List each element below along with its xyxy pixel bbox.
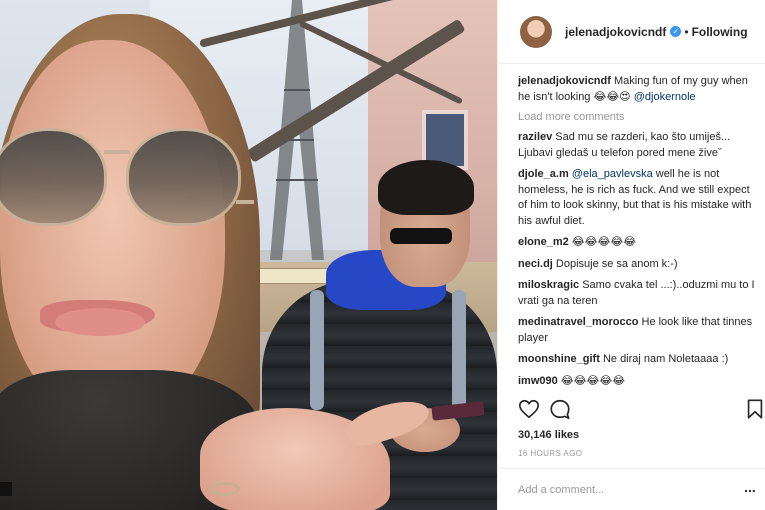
comment-username[interactable]: imw090 [518,375,558,387]
sunglasses-temple [236,200,254,204]
man-sunglasses [390,228,452,244]
post-side-panel: jelenadjokovicndf ✓ • Following jelenadj… [497,0,765,510]
following-button[interactable]: Following [692,25,748,39]
comment-username[interactable]: miloskragic [518,279,579,291]
comments-list[interactable]: jelenadjokovicndf Making fun of my guy w… [518,74,760,390]
comment-text: Dopisuje se sa anom k:-) [552,257,678,270]
sunglasses-bridge [104,150,130,154]
header-username[interactable]: jelenadjokovicndf [565,25,666,39]
comment: neci.dj Dopisuje se sa anom k:-) [518,257,760,273]
woman-face [0,40,225,420]
comment-text: 😂😂😂😂😂 [568,236,637,248]
separator-dot: • [684,24,689,39]
backpack-strap [310,290,324,410]
heart-icon[interactable] [518,398,540,420]
verified-badge-icon: ✓ [670,26,682,37]
backpack-strap [452,290,466,410]
comment-icon[interactable] [549,398,571,420]
comment: medinatravel_morocco He look like that t… [518,315,760,346]
comment: djole_a.m @ela_pavlevska well he is not … [518,167,760,229]
likes-count[interactable]: 30,146 likes [518,429,579,441]
photo-corner-mark [0,482,12,496]
avatar[interactable] [520,15,552,48]
comment-mention[interactable]: @ela_pavlevska [569,168,653,180]
comment-username[interactable]: elone_m2 [518,236,569,248]
comment: moonshine_gift Ne diraj nam Noletaaaa :) [518,352,760,368]
comment: razilev Sad mu se razderi, kao što umije… [518,130,760,161]
more-options-button[interactable]: ... [742,480,758,499]
add-comment-bar: ... [498,468,765,510]
comment-text: Ne diraj nam Noletaaaa :) [599,353,729,365]
man-hair [378,160,474,215]
comment: elone_m2 😂😂😂😂😂 [518,235,760,251]
fence-sign [255,268,333,284]
sunglasses-lens-right [126,128,241,226]
comment: imw090 😂😂😂😂😂 [518,374,760,390]
comment-username[interactable]: neci.dj [518,258,553,270]
bookmark-icon[interactable] [744,398,765,420]
post-timestamp[interactable]: 16 HOURS AGO [518,449,582,458]
caption-mention[interactable]: @djokernole [634,91,696,103]
comment-username[interactable]: medinatravel_morocco [518,316,638,328]
sunglasses-lens-left [0,128,107,226]
tongue [55,308,145,336]
caption: jelenadjokovicndf Making fun of my guy w… [518,74,760,105]
comment-username[interactable]: moonshine_gift [518,353,600,365]
post-photo[interactable] [0,0,497,510]
ring [210,482,240,496]
load-more-comments[interactable]: Load more comments [518,111,760,123]
caption-username[interactable]: jelenadjokovicndf [518,75,611,87]
post-header: jelenadjokovicndf ✓ • Following [498,0,765,64]
comment-text: 😂😂😂😂😂 [557,374,626,387]
comment-username[interactable]: djole_a.m [518,168,569,180]
action-bar [518,398,763,420]
comment-username[interactable]: razilev [518,131,552,143]
add-comment-input[interactable] [518,481,718,499]
comment: miloskragic Samo cvaka tel ...:)..oduzmi… [518,278,760,309]
